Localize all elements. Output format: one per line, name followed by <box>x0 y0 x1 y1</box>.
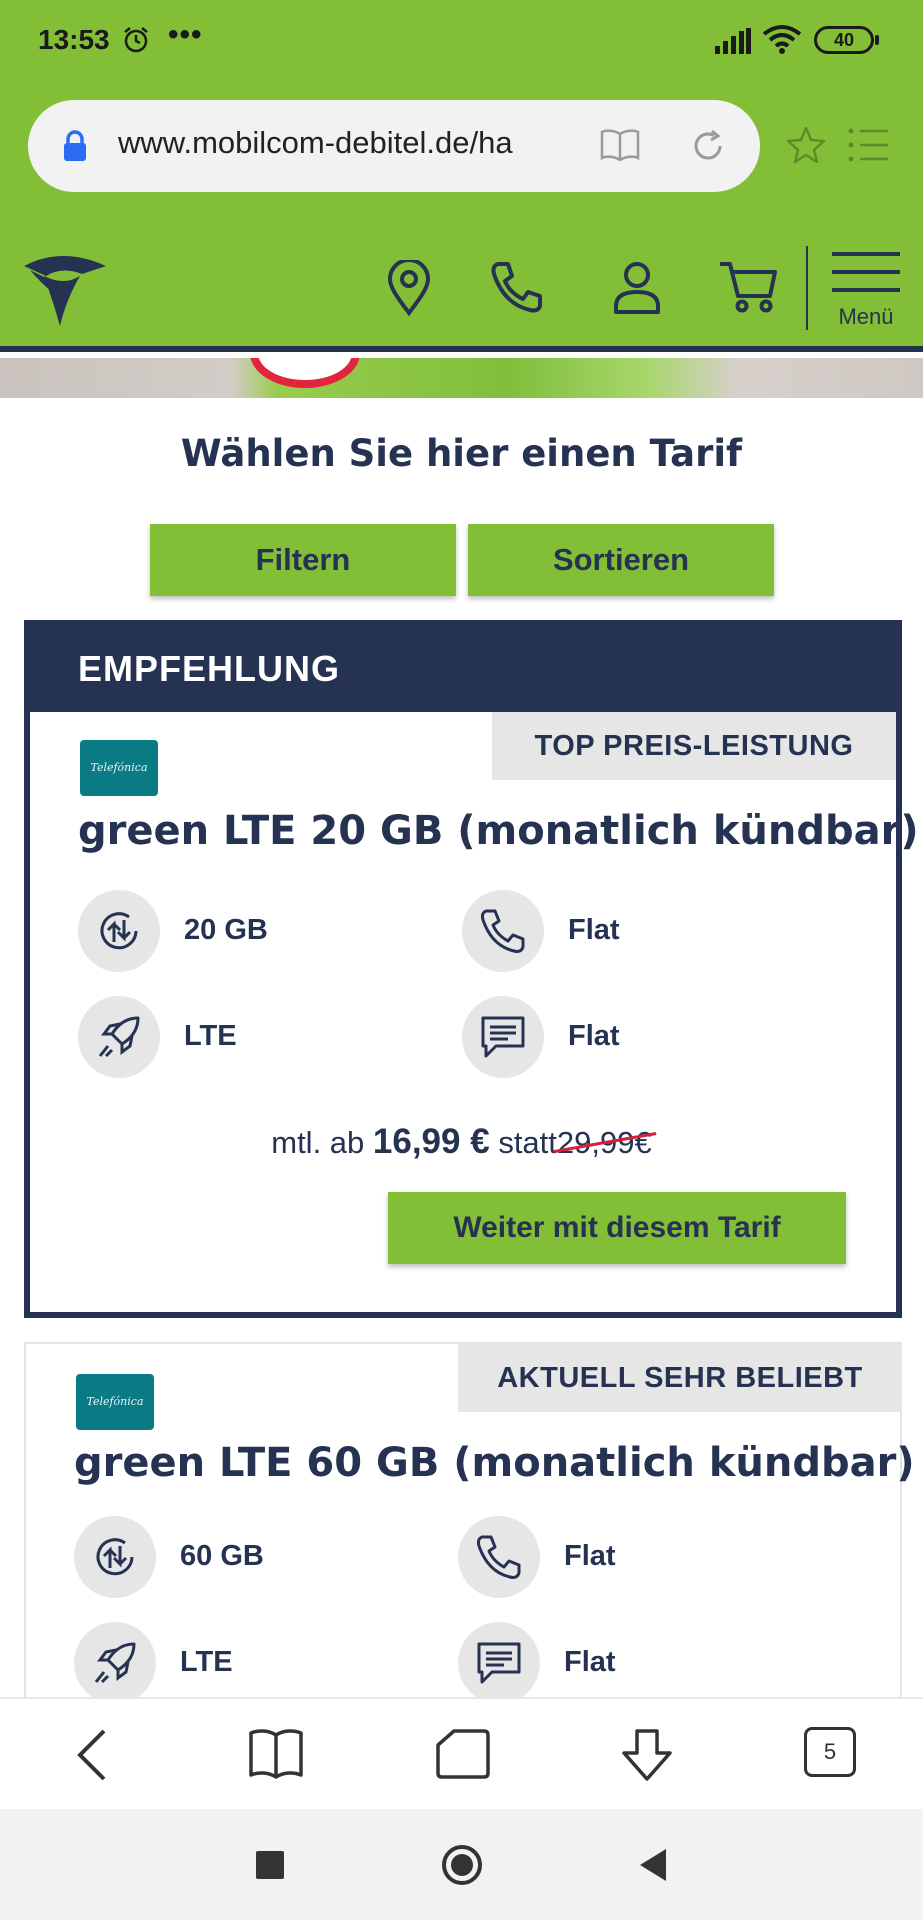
bookmark-star-icon[interactable] <box>786 126 826 164</box>
battery-indicator: 40 <box>814 26 879 54</box>
lock-icon <box>64 130 86 161</box>
home-icon[interactable] <box>434 1727 490 1781</box>
signal-icon <box>715 28 751 54</box>
reload-icon[interactable] <box>690 128 726 164</box>
tariff-card: AKTUELL SEHR BELIEBT Telefónica green LT… <box>24 1342 915 1704</box>
data-volume-icon <box>74 1516 156 1598</box>
hero-image <box>0 358 923 398</box>
mobilcom-debitel-logo[interactable] <box>22 252 108 328</box>
recents-icon[interactable] <box>256 1851 284 1879</box>
url-text[interactable]: www.mobilcom-debitel.de/ha <box>118 125 588 161</box>
network-value: LTE <box>184 1020 237 1052</box>
call-icon <box>462 890 544 972</box>
sms-value: Flat <box>568 1020 620 1052</box>
call-icon <box>458 1516 540 1598</box>
sort-button[interactable]: Sortieren <box>468 524 774 596</box>
cart-icon[interactable] <box>718 260 778 314</box>
data-volume-value: 20 GB <box>184 914 268 946</box>
page-title: Wählen Sie hier einen Tarif <box>180 432 743 475</box>
tariff-ribbon: TOP PREIS-LEISTUNG <box>492 712 896 780</box>
status-more-icon: ••• <box>168 18 203 51</box>
price-instead: statt <box>498 1125 557 1160</box>
browser-toolbar: www.mobilcom-debitel.de/ha <box>0 82 923 230</box>
filter-button[interactable]: Filtern <box>150 524 456 596</box>
bookmarks-icon[interactable] <box>248 1727 304 1781</box>
browser-bottom-nav: 5 <box>0 1697 923 1809</box>
calls-value: Flat <box>564 1540 616 1572</box>
status-bar: 13:53 ••• 40 <box>0 0 923 82</box>
system-home-icon[interactable] <box>442 1845 482 1885</box>
location-pin-icon[interactable] <box>386 260 432 316</box>
recommendation-label: EMPFEHLUNG <box>78 648 340 689</box>
reader-mode-icon[interactable] <box>600 128 640 162</box>
phone-icon[interactable] <box>490 260 544 314</box>
status-time: 13:53 <box>38 24 110 55</box>
price-line: mtl. ab 16,99 € statt29,99€ <box>0 1122 923 1162</box>
sms-icon <box>458 1622 540 1704</box>
provider-logo: Telefónica <box>80 740 158 796</box>
hero-badge <box>250 358 360 388</box>
back-icon[interactable] <box>72 1727 112 1783</box>
menu-button[interactable]: Menü <box>828 246 904 338</box>
network-value: LTE <box>180 1646 233 1678</box>
header-divider <box>806 246 808 330</box>
data-volume-value: 60 GB <box>180 1540 264 1572</box>
data-volume-icon <box>78 890 160 972</box>
system-back-icon[interactable] <box>640 1849 666 1881</box>
alarm-icon <box>124 27 148 53</box>
tariff-ribbon: AKTUELL SEHR BELIEBT <box>458 1344 902 1412</box>
calls-value: Flat <box>568 914 620 946</box>
site-header: Menü <box>0 230 923 352</box>
provider-logo: Telefónica <box>76 1374 154 1430</box>
tariff-name[interactable]: green LTE 20 GB (monatlich kündbar) <box>78 808 919 854</box>
tariff-name[interactable]: green LTE 60 GB (monatlich kündbar) <box>74 1440 915 1486</box>
price-prefix: mtl. ab <box>271 1125 365 1160</box>
menu-label: Menü <box>838 304 894 329</box>
system-nav-bar <box>0 1809 923 1920</box>
address-bar[interactable]: www.mobilcom-debitel.de/ha <box>28 100 760 192</box>
price-old: 29,99€ <box>556 1125 652 1160</box>
network-speed-icon <box>74 1622 156 1704</box>
network-speed-icon <box>78 996 160 1078</box>
wifi-icon <box>762 25 802 54</box>
recommendation-banner: EMPFEHLUNG <box>30 626 896 712</box>
download-icon[interactable] <box>618 1727 676 1785</box>
sms-value: Flat <box>564 1646 616 1678</box>
tabs-count-button[interactable]: 5 <box>804 1727 856 1777</box>
user-account-icon[interactable] <box>612 260 662 314</box>
sms-icon <box>462 996 544 1078</box>
hamburger-icon <box>832 252 900 292</box>
price-value: 16,99 € <box>372 1122 490 1161</box>
continue-tariff-button[interactable]: Weiter mit diesem Tarif <box>388 1192 846 1264</box>
list-menu-icon[interactable] <box>848 128 890 162</box>
